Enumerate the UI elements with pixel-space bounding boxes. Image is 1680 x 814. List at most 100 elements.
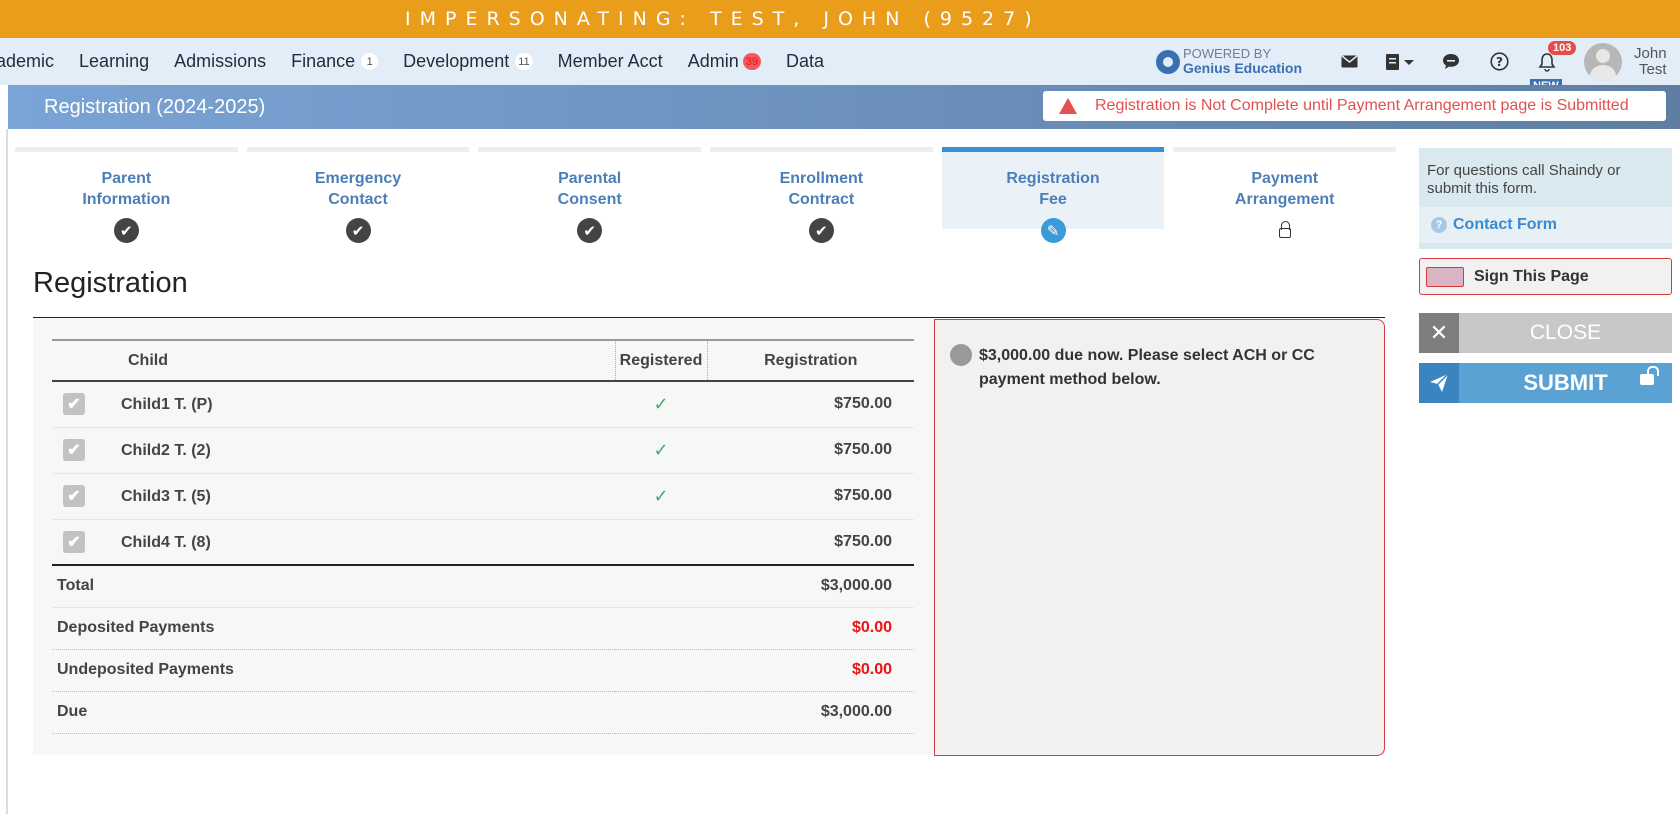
step-payment-arrangement[interactable]: Payment Arrangement: [1173, 147, 1397, 247]
nav-item-learning[interactable]: Learning: [79, 51, 149, 72]
registered-checkbox[interactable]: ✔: [63, 439, 85, 461]
checkmark-icon: ✔: [577, 218, 603, 243]
mail-icon[interactable]: [1336, 49, 1362, 75]
summary-amount: $3,000.00: [707, 691, 914, 734]
genius-logo-icon: [1156, 49, 1180, 74]
summary-label: Deposited Payments: [52, 607, 707, 650]
registered-check-icon: ✓: [615, 473, 707, 520]
step-parent-information[interactable]: Parent Information ✔: [15, 147, 238, 247]
powered-by-logo[interactable]: POWERED BY Genius Education: [1156, 47, 1302, 76]
checkmark-icon: ✔: [113, 218, 139, 243]
nav-item-member-acct[interactable]: Member Acct: [558, 51, 663, 72]
step-label: Contract: [788, 191, 855, 208]
registration-amount: $750.00: [707, 427, 914, 474]
step-emergency-contact[interactable]: Emergency Contact ✔: [246, 147, 470, 247]
step-label: Payment: [1251, 170, 1319, 187]
summary-amount: $0.00: [707, 649, 914, 692]
close-button[interactable]: ✕ CLOSE: [1419, 313, 1672, 353]
table-row: ✔ Child4 T. (8) $750.00: [52, 519, 914, 566]
contact-form-link[interactable]: ? Contact Form: [1419, 207, 1672, 243]
nav-item-academic[interactable]: ademic: [0, 51, 54, 72]
help-icon[interactable]: ?: [1486, 49, 1512, 75]
submit-button[interactable]: SUBMIT: [1419, 363, 1672, 403]
notifications-bell-icon[interactable]: 103 NEW: [1530, 40, 1577, 93]
help-text: For questions call Shaindy or submit thi…: [1427, 162, 1621, 197]
nav-label: Finance: [291, 51, 356, 71]
user-name[interactable]: John Test: [1634, 45, 1667, 78]
sidebar: For questions call Shaindy or submit thi…: [1419, 148, 1672, 403]
step-label: Registration: [1006, 170, 1100, 187]
registration-table: Child Registered Registration ✔ Child1 T.…: [52, 339, 914, 734]
notification-count-badge: 103: [1548, 40, 1577, 55]
nav-item-finance[interactable]: Finance 1: [291, 51, 379, 72]
column-header-registration: Registration: [707, 339, 914, 382]
registered-checkbox[interactable]: ✔: [63, 485, 85, 507]
step-label: Parent: [101, 170, 152, 187]
registered-checkbox[interactable]: ✔: [63, 393, 85, 416]
child-name: Child3 T. (5): [121, 488, 211, 505]
unlock-icon: [1640, 366, 1659, 385]
impersonation-text: IMPERSONATING: TEST, JOHN (9527): [405, 8, 1041, 30]
summary-label: Due: [52, 691, 707, 734]
registered-checkbox[interactable]: ✔: [63, 530, 85, 553]
step-label: Fee: [1039, 191, 1067, 208]
nav-label: Member Acct: [557, 51, 663, 71]
top-nav: ademic Learning Admissions Finance 1 Deve…: [0, 38, 1680, 93]
table-row: ✔ Child1 T. (P) ✓ $750.00: [52, 381, 914, 428]
warning-icon: [1059, 98, 1077, 114]
step-label: Emergency: [314, 170, 402, 187]
summary-label: Total: [52, 564, 707, 608]
registration-amount: $750.00: [707, 519, 914, 566]
step-label: Arrangement: [1234, 191, 1335, 208]
chat-icon[interactable]: [1438, 49, 1464, 75]
brand-name: Genius Education: [1183, 60, 1303, 76]
summary-row-due: Due $3,000.00: [52, 691, 914, 734]
step-label: Information: [82, 191, 171, 208]
step-label: Contact: [328, 191, 388, 208]
contact-form-label: Contact Form: [1453, 216, 1557, 233]
registration-amount: $750.00: [707, 381, 914, 428]
nav-item-data[interactable]: Data: [786, 51, 824, 72]
payment-method-panel: $3,000.00 due now. Please select ACH or …: [934, 319, 1385, 756]
svg-text:?: ?: [1496, 55, 1503, 69]
documents-dropdown-icon[interactable]: [1384, 49, 1416, 75]
step-parental-consent[interactable]: Parental Consent ✔: [478, 147, 702, 247]
divider: [6, 129, 8, 814]
summary-amount: $0.00: [707, 607, 914, 650]
nav-item-admissions[interactable]: Admissions: [174, 51, 266, 72]
close-icon: ✕: [1419, 313, 1459, 353]
registration-table-panel: Child Registered Registration ✔ Child1 T.…: [33, 318, 934, 755]
summary-label: Undeposited Payments: [52, 649, 707, 692]
nav-label: Admin: [687, 51, 739, 71]
sign-this-page-button[interactable]: Sign This Page: [1419, 258, 1672, 295]
step-registration-fee[interactable]: Registration Fee ✎: [941, 147, 1165, 243]
summary-row-deposited: Deposited Payments $0.00: [52, 607, 914, 650]
child-name: Child1 T. (P): [121, 396, 213, 414]
help-box: For questions call Shaindy or submit thi…: [1419, 148, 1672, 249]
nav-label: Data: [785, 51, 824, 71]
table-row: ✔ Child2 T. (2) ✓ $750.00: [52, 427, 914, 474]
section-title: Registration: [33, 267, 188, 299]
checkmark-icon: ✔: [808, 218, 834, 243]
summary-row-undeposited: Undeposited Payments $0.00: [52, 649, 914, 692]
registered-check-icon: ✓: [615, 427, 707, 474]
warning-text: Registration is Not Complete until Payme…: [1095, 97, 1629, 114]
step-label: Parental: [558, 170, 622, 187]
count-badge: 39: [742, 53, 761, 70]
step-enrollment-contract[interactable]: Enrollment Contract ✔: [710, 147, 933, 247]
payment-radio-button[interactable]: [950, 344, 972, 366]
signature-icon: [1426, 266, 1464, 287]
count-badge: 11: [515, 53, 533, 70]
registered-check-icon: ✓: [615, 381, 707, 428]
column-header-registered: Registered: [614, 339, 708, 382]
avatar[interactable]: [1584, 42, 1623, 81]
table-row: ✔ Child3 T. (5) ✓ $750.00: [52, 473, 914, 520]
summary-row-total: Total $3,000.00: [52, 564, 914, 608]
nav-item-development[interactable]: Development 11: [403, 51, 533, 72]
page-header: Registration (2024-2025) Registration is…: [8, 85, 1680, 129]
registered-empty-cell: [615, 519, 707, 566]
close-label: CLOSE: [1529, 321, 1602, 344]
impersonation-banner: IMPERSONATING: TEST, JOHN (9527): [0, 0, 1680, 38]
nav-label: Admissions: [174, 51, 267, 71]
nav-item-admin[interactable]: Admin 39: [688, 51, 761, 72]
